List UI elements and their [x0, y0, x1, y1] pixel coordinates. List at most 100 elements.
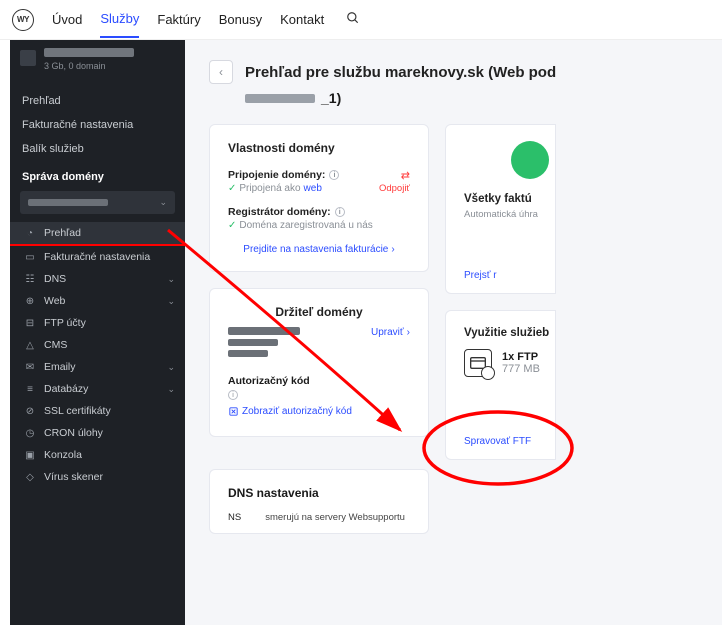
sidebar-item-prehlad-top[interactable]: Prehľad — [10, 89, 185, 113]
check-icon: ✓ — [228, 183, 236, 194]
card-heading: Vlastnosti domény — [228, 141, 410, 155]
sidebar-item-balik[interactable]: Balík služieb — [10, 137, 185, 161]
ftp-count: 1x FTP — [502, 351, 540, 363]
clock-icon: ◷ — [24, 428, 36, 439]
show-auth-code-link[interactable]: Zobraziť autorizačný kód — [228, 406, 352, 417]
sidebar-item-emaily[interactable]: ✉Emaily⌄ — [10, 356, 185, 378]
nav-faktury[interactable]: Faktúry — [157, 12, 200, 37]
card-heading: Držiteľ domény — [275, 305, 362, 319]
sidebar-item-v-rus-skener[interactable]: ◇ Vírus skener — [10, 466, 185, 488]
nav-uvod[interactable]: Úvod — [52, 12, 82, 37]
shield-icon: ◇ — [24, 472, 36, 483]
sidebar-item-ftp-ty[interactable]: ⊟ FTP účty — [10, 312, 185, 334]
account-name-redacted — [44, 48, 134, 57]
sidebar-item-ssl-certifik-ty[interactable]: ⊘ SSL certifikáty — [10, 400, 185, 422]
cert-icon: ⊘ — [24, 406, 36, 417]
sidebar-item-cron-lohy[interactable]: ◷ CRON úlohy — [10, 422, 185, 444]
sidebar-item-label: Web — [44, 295, 65, 307]
top-nav: WY Úvod Služby Faktúry Bonusy Kontakt — [0, 0, 722, 40]
sidebar-item-faktura-n-nastavenia[interactable]: ▭ Fakturačné nastavenia — [10, 246, 185, 268]
sidebar-item-label: SSL certifikáty — [44, 405, 111, 417]
usage-title: Využitie služieb — [464, 327, 549, 339]
sidebar-item-label: Prehľad — [44, 227, 81, 239]
dns-icon: ☷ — [24, 274, 36, 285]
disconnect-icon: ⇄ — [401, 169, 410, 182]
breadcrumb: ‹ Prehľad pre službu mareknovy.sk (Web p… — [209, 60, 722, 84]
holder-name-redacted — [228, 327, 300, 335]
chevron-down-icon: ⌄ — [159, 197, 167, 208]
sidebar-item-preh-ad[interactable]: ◔ Prehľad — [10, 222, 185, 244]
sidebar-item-konzola[interactable]: ▣Konzola — [10, 444, 185, 466]
invoices-link[interactable]: Prejsť r — [464, 270, 497, 281]
gauge-icon: ◔ — [24, 228, 36, 239]
chevron-down-icon: ⌄ — [167, 274, 175, 285]
card-icon: ▭ — [24, 252, 36, 263]
sidebar-item-label: Fakturačné nastavenia — [44, 251, 150, 263]
page-title-suffix: _1) — [321, 90, 341, 106]
globe-icon: ⊕ — [24, 296, 36, 307]
prop-connection-label: Pripojenie domény: — [228, 169, 325, 181]
auth-code-label: Autorizačný kód — [228, 375, 410, 387]
chevron-down-icon: ⌄ — [167, 384, 175, 395]
nav-sluzby[interactable]: Služby — [100, 11, 139, 38]
lock-icon: △ — [24, 340, 36, 351]
dns-ns-value: smerujú na servery Websupportu — [265, 512, 405, 523]
main-content: ‹ Prehľad pre službu mareknovy.sk (Web p… — [185, 40, 722, 625]
status-ok-icon — [511, 141, 549, 179]
chevron-down-icon: ⌄ — [167, 296, 175, 307]
sidebar-item-label: Konzola — [44, 449, 82, 461]
sidebar-item-label: Databázy — [44, 383, 88, 395]
holder-detail-redacted — [228, 350, 268, 357]
sidebar-item-label: Emaily — [44, 361, 76, 373]
card-domain-properties: Vlastnosti domény Pripojenie domény:i ✓P… — [209, 124, 429, 272]
disconnect-link[interactable]: Odpojiť — [379, 183, 410, 194]
sidebar-item-label: CRON úlohy — [44, 427, 103, 439]
card-invoices: Všetky faktú Automatická úhra Prejsť r — [445, 124, 556, 294]
manage-ftp-link[interactable]: Spravovať FTF — [464, 436, 531, 447]
invoices-sub: Automatická úhra — [464, 209, 549, 220]
edit-holder-link[interactable]: Upraviť › — [371, 327, 410, 338]
card-domain-holder: Držiteľ domény Upraviť › Autorizačný kód… — [209, 288, 429, 437]
prop-registrar-label: Registrátor domény: — [228, 206, 331, 218]
info-icon[interactable]: i — [335, 207, 345, 217]
sidebar-item-dns[interactable]: ☷ DNS ⌄ — [10, 268, 185, 290]
holder-detail-redacted — [228, 339, 278, 346]
sidebar-item-datab-zy[interactable]: ≡ Databázy ⌄ — [10, 378, 185, 400]
dns-ns-key: NS — [228, 512, 241, 523]
logo-icon: WY — [12, 9, 34, 31]
sidebar: 3 Gb, 0 domain Prehľad Fakturačné nastav… — [10, 40, 185, 625]
sidebar-item-web[interactable]: ⊕ Web ⌄ — [10, 290, 185, 312]
sidebar-item-label: FTP účty — [44, 317, 86, 329]
info-icon[interactable]: i — [329, 170, 339, 180]
billing-settings-link[interactable]: Prejdite na nastavenia fakturácie › — [243, 244, 394, 255]
sidebar-item-label: Vírus skener — [44, 471, 103, 483]
mail-icon: ✉ — [24, 362, 36, 373]
sidebar-item-fakturacne-top[interactable]: Fakturačné nastavenia — [10, 113, 185, 137]
sidebar-item-cms[interactable]: △ CMS — [10, 334, 185, 356]
page-title-redacted — [245, 94, 315, 103]
account-icon — [20, 50, 36, 66]
nav-bonusy[interactable]: Bonusy — [219, 12, 262, 37]
sidebar-item-label: CMS — [44, 339, 67, 351]
sidebar-item-label: DNS — [44, 273, 66, 285]
nav-kontakt[interactable]: Kontakt — [280, 12, 324, 37]
info-icon[interactable]: i — [228, 390, 238, 400]
ftp-size: 777 MB — [502, 363, 540, 375]
prop-connection-value: Pripojená ako — [239, 183, 300, 194]
back-button[interactable]: ‹ — [209, 60, 233, 84]
check-icon: ✓ — [228, 220, 236, 231]
ftp-icon — [464, 349, 492, 377]
sidebar-account[interactable]: 3 Gb, 0 domain — [10, 40, 185, 79]
connection-web-link[interactable]: web — [304, 183, 322, 194]
sidebar-group-title: Správa domény — [10, 161, 185, 187]
card-dns-settings: DNS nastavenia NS smerujú na servery Web… — [209, 469, 429, 534]
folder-icon: ⊟ — [24, 318, 36, 329]
search-icon[interactable] — [346, 11, 360, 28]
page-title: Prehľad pre službu mareknovy.sk (Web pod — [245, 64, 556, 81]
card-service-usage: Využitie služieb 1x FTP 777 MB Spravovať… — [445, 310, 556, 460]
sidebar-domain-selector[interactable]: ⌄ — [20, 191, 175, 214]
prop-registrar-value: Doména zaregistrovaná u nás — [239, 220, 372, 231]
db-icon: ≡ — [24, 384, 36, 395]
domain-name-redacted — [28, 199, 108, 206]
invoices-title: Všetky faktú — [464, 193, 549, 205]
